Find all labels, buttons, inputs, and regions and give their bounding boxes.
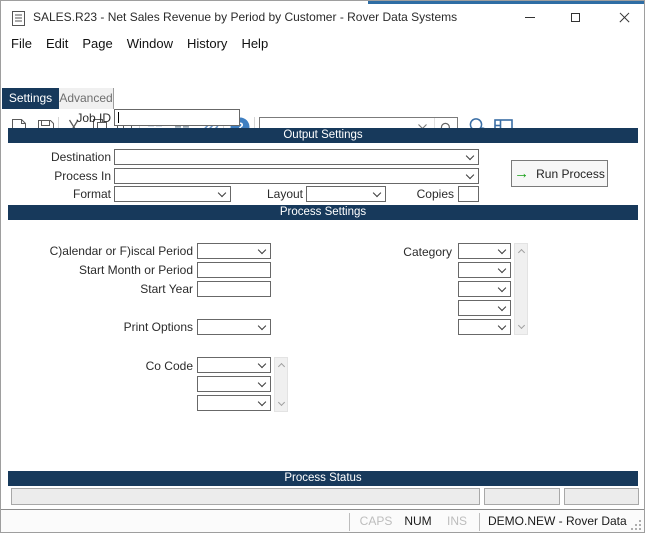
minimize-icon xyxy=(525,17,535,18)
co-code-scrollbar[interactable] xyxy=(274,357,288,412)
text-caret xyxy=(118,112,119,123)
process-status-field-3 xyxy=(564,488,639,505)
category-select-2[interactable] xyxy=(458,262,511,278)
menu-history[interactable]: History xyxy=(180,33,234,55)
app-window: SALES.R23 - Net Sales Revenue by Period … xyxy=(0,0,645,533)
chevron-down-icon xyxy=(217,188,227,198)
category-select-1[interactable] xyxy=(458,243,511,259)
tab-advanced[interactable]: Advanced xyxy=(59,88,114,109)
close-icon xyxy=(618,12,630,23)
tab-strip: Settings Advanced xyxy=(1,88,644,109)
process-status-header: Process Status xyxy=(8,471,638,486)
workspace-label: DEMO.NEW - Rover Data Systems xyxy=(488,514,627,528)
category-label: Category xyxy=(403,245,452,259)
category-select-4[interactable] xyxy=(458,300,511,316)
destination-label: Destination xyxy=(50,150,111,164)
caps-indicator: CAPS xyxy=(359,514,393,528)
process-status-field-2 xyxy=(484,488,560,505)
chevron-down-icon xyxy=(257,378,267,388)
co-code-select-3[interactable] xyxy=(197,395,271,411)
menu-help[interactable]: Help xyxy=(234,33,275,55)
minimize-button[interactable] xyxy=(515,4,545,31)
ins-indicator: INS xyxy=(446,514,467,528)
run-process-label: Run Process xyxy=(536,166,605,181)
job-id-input[interactable] xyxy=(114,109,240,126)
scroll-up-icon[interactable] xyxy=(277,362,286,371)
chevron-down-icon xyxy=(372,188,382,198)
title-bar[interactable]: SALES.R23 - Net Sales Revenue by Period … xyxy=(1,4,644,31)
destination-select[interactable] xyxy=(114,149,479,165)
print-options-label: Print Options xyxy=(123,320,193,334)
toolbar: ? xyxy=(1,57,644,139)
start-month-label: Start Month or Period xyxy=(78,263,193,277)
chevron-down-icon xyxy=(497,264,507,274)
category-select-3[interactable] xyxy=(458,281,511,297)
menu-window[interactable]: Window xyxy=(120,33,180,55)
run-arrow-icon: → xyxy=(514,165,530,182)
chevron-down-icon xyxy=(497,245,507,255)
tab-settings[interactable]: Settings xyxy=(2,88,59,109)
calendar-fiscal-select[interactable] xyxy=(197,243,271,259)
co-code-select-2[interactable] xyxy=(197,376,271,392)
chevron-down-icon xyxy=(497,321,507,331)
process-settings-header: Process Settings xyxy=(8,205,638,220)
menu-bar: File Edit Page Window History Help xyxy=(1,31,644,57)
category-select-5[interactable] xyxy=(458,319,511,335)
scroll-up-icon[interactable] xyxy=(517,248,526,257)
resize-grip[interactable] xyxy=(631,520,641,530)
chevron-down-icon xyxy=(257,245,267,255)
document-icon xyxy=(12,11,25,26)
process-in-select[interactable] xyxy=(114,168,479,184)
calendar-fiscal-label: C)alendar or F)iscal Period xyxy=(49,244,193,258)
chevron-down-icon xyxy=(257,321,267,331)
category-scrollbar[interactable] xyxy=(514,243,528,335)
maximize-button[interactable] xyxy=(560,4,590,31)
format-label: Format xyxy=(72,187,111,201)
job-id-label: Job ID xyxy=(76,111,111,125)
chevron-down-icon xyxy=(465,170,475,180)
co-code-label: Co Code xyxy=(145,359,193,373)
menu-file[interactable]: File xyxy=(4,33,39,55)
statusbar-separator xyxy=(349,513,350,531)
menu-page[interactable]: Page xyxy=(75,33,119,55)
menu-edit[interactable]: Edit xyxy=(39,33,75,55)
chevron-down-icon xyxy=(497,283,507,293)
num-indicator: NUM xyxy=(404,514,432,528)
start-month-input[interactable] xyxy=(197,262,271,278)
copies-label: Copies xyxy=(416,187,454,201)
close-button[interactable] xyxy=(609,4,639,31)
maximize-icon xyxy=(570,13,580,22)
statusbar-separator xyxy=(479,513,480,531)
print-options-select[interactable] xyxy=(197,319,271,335)
layout-label: Layout xyxy=(266,187,303,201)
window-title: SALES.R23 - Net Sales Revenue by Period … xyxy=(33,10,458,24)
scroll-down-icon[interactable] xyxy=(517,321,526,330)
chevron-down-icon xyxy=(465,151,475,161)
start-year-input[interactable] xyxy=(197,281,271,297)
chevron-down-icon xyxy=(257,359,267,369)
chevron-down-icon xyxy=(257,397,267,407)
run-process-button[interactable]: → Run Process xyxy=(511,160,608,187)
co-code-select-1[interactable] xyxy=(197,357,271,373)
layout-select[interactable] xyxy=(306,186,386,202)
copies-input[interactable] xyxy=(458,186,479,202)
process-in-label: Process In xyxy=(54,169,111,183)
scroll-down-icon[interactable] xyxy=(277,398,286,407)
output-settings-header: Output Settings xyxy=(8,128,638,143)
format-select[interactable] xyxy=(114,186,231,202)
process-status-field-1 xyxy=(11,488,480,505)
status-bar: CAPS NUM INS DEMO.NEW - Rover Data Syste… xyxy=(1,509,644,532)
start-year-label: Start Year xyxy=(140,282,193,296)
chevron-down-icon xyxy=(497,302,507,312)
